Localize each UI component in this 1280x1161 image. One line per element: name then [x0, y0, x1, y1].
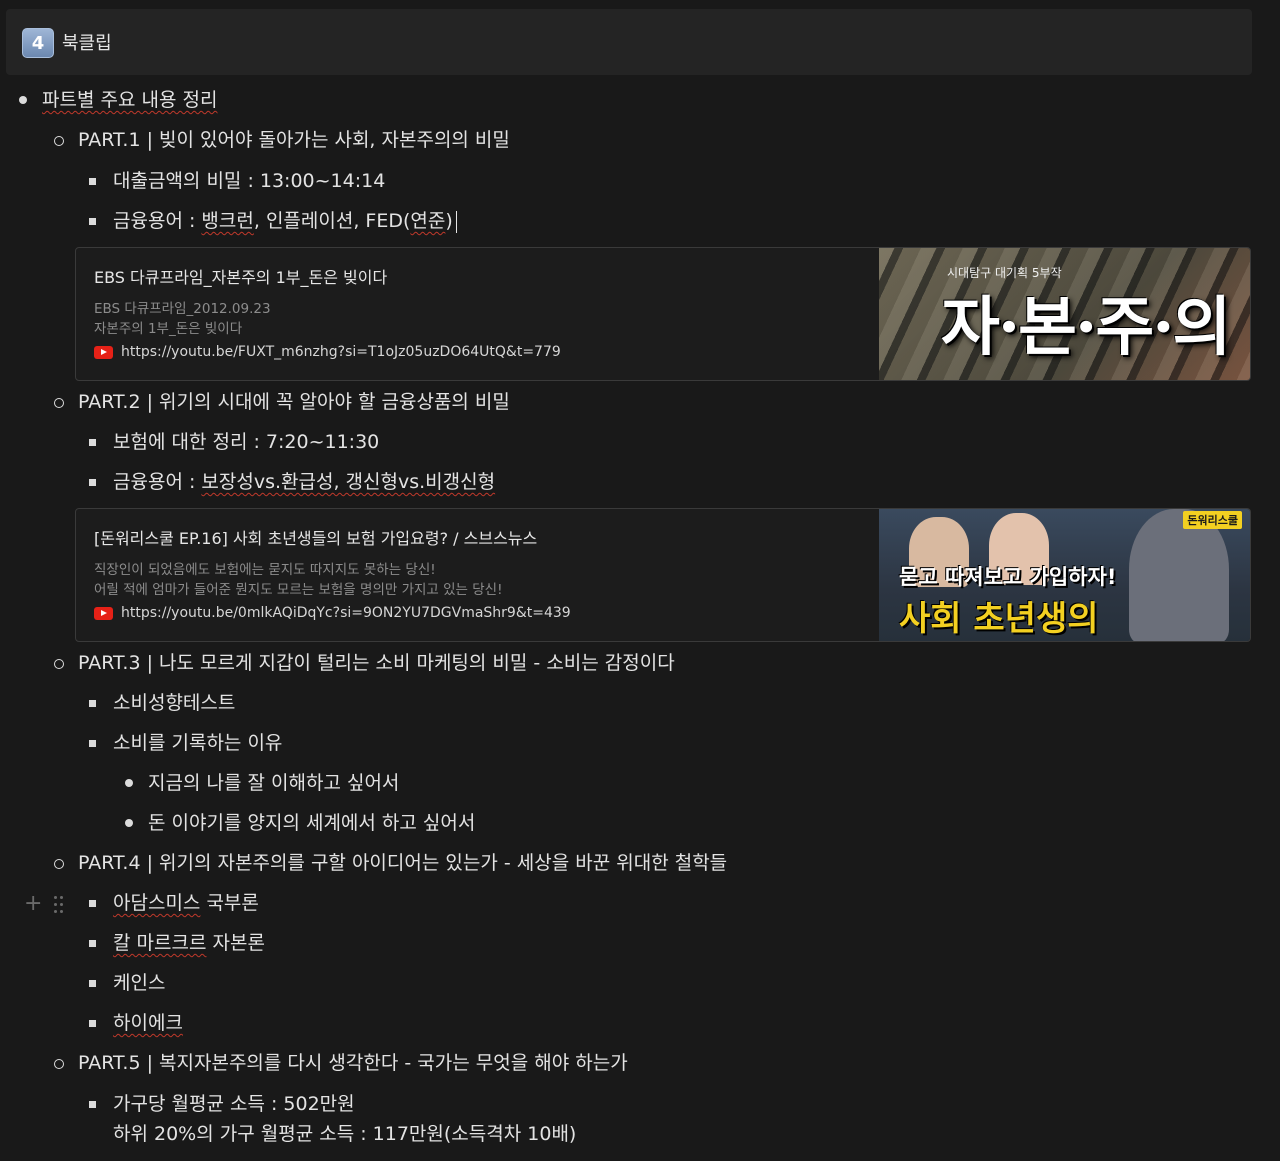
- youtube-icon: [94, 606, 113, 620]
- list-item[interactable]: PART.3 | 나도 모르게 지갑이 털리는 소비 마케팅의 비밀 - 소비는…: [54, 650, 675, 676]
- youtube-icon: [94, 345, 113, 359]
- list-item[interactable]: 하이에크: [89, 1010, 183, 1036]
- list-item[interactable]: 소비를 기록하는 이유: [88, 730, 282, 756]
- list-item[interactable]: 지금의 나를 잘 이해하고 싶어서: [124, 770, 399, 796]
- callout-block[interactable]: 4 북클립: [6, 9, 1252, 75]
- bookmark-card[interactable]: [돈워리스쿨 EP.16] 사회 초년생들의 보험 가입요령? / 스브스뉴스 …: [75, 508, 1251, 642]
- bookmark-description: 자본주의 1부_돈은 빚이다: [94, 321, 243, 337]
- list-item[interactable]: PART.2 | 위기의 시대에 꼭 알아야 할 금융상품의 비밀: [54, 389, 510, 415]
- list-item[interactable]: PART.1 | 빚이 있어야 돌아가는 사회, 자본주의의 비밀: [54, 127, 510, 153]
- bookmark-title: EBS 다큐프라임_자본주의 1부_돈은 빚이다: [94, 268, 388, 287]
- block-handles[interactable]: +: [24, 893, 64, 915]
- bookmark-thumbnail: 시대탐구 대기획 5부작 자·본·주·의: [879, 248, 1250, 380]
- list-item-continuation[interactable]: 하위 20%의 가구 월평균 소득 : 117만원(소득격차 10배): [113, 1121, 576, 1147]
- bookmark-card[interactable]: EBS 다큐프라임_자본주의 1부_돈은 빚이다 EBS 다큐프라임_2012.…: [75, 247, 1251, 381]
- list-item[interactable]: 돈 이야기를 양지의 세계에서 하고 싶어서: [124, 810, 475, 836]
- plus-icon[interactable]: +: [24, 893, 42, 915]
- list-item[interactable]: 금융용어 : 뱅크런, 인플레이션, FED(연준): [89, 208, 457, 234]
- list-item[interactable]: 대출금액의 비밀 : 13:00~14:14: [88, 168, 385, 194]
- list-item[interactable]: 아담스미스 국부론: [89, 890, 259, 916]
- list-item[interactable]: 파트별 주요 내용 정리: [18, 87, 218, 113]
- list-item[interactable]: 케인스: [88, 970, 165, 996]
- list-item[interactable]: 보험에 대한 정리 : 7:20~11:30: [88, 429, 379, 455]
- bookmark-url[interactable]: https://youtu.be/0mlkAQiDqYc?si=9ON2YU7D…: [94, 605, 571, 621]
- bookmark-url[interactable]: https://youtu.be/FUXT_m6nzhg?si=T1oJz05u…: [94, 344, 561, 360]
- list-item[interactable]: PART.4 | 위기의 자본주의를 구할 아이디어는 있는가 - 세상을 바꾼…: [53, 850, 727, 876]
- drag-handle-icon[interactable]: [54, 895, 64, 913]
- list-item[interactable]: 소비성향테스트: [88, 690, 235, 716]
- bookmark-description: 직장인이 되었음에도 보험에는 묻지도 따지지도 못하는 당신!: [94, 562, 436, 578]
- bookmark-description: EBS 다큐프라임_2012.09.23: [94, 301, 271, 317]
- list-item[interactable]: 칼 마르크르 자본론: [89, 930, 265, 956]
- list-item[interactable]: 가구당 월평균 소득 : 502만원: [89, 1091, 355, 1117]
- text-cursor: [455, 210, 457, 233]
- list-item-text: 파트별 주요 내용 정리: [42, 89, 218, 111]
- list-item[interactable]: PART.5 | 복지자본주의를 다시 생각한다 - 국가는 무엇을 해야 하는…: [54, 1050, 628, 1076]
- callout-title[interactable]: 북클립: [62, 29, 112, 55]
- bookmark-description: 어릴 적에 엄마가 들어준 뭔지도 모르는 보험을 명의만 가지고 있는 당신!: [94, 582, 503, 598]
- list-item[interactable]: 금융용어 : 보장성vs.환급성, 갱신형vs.비갱신형: [88, 469, 495, 495]
- bookmark-title: [돈워리스쿨 EP.16] 사회 초년생들의 보험 가입요령? / 스브스뉴스: [94, 529, 538, 548]
- number-four-icon: 4: [22, 28, 54, 58]
- bookmark-thumbnail: 돈워리스쿨 묻고 따져보고 가입하자! 사회 초년생의: [879, 509, 1250, 641]
